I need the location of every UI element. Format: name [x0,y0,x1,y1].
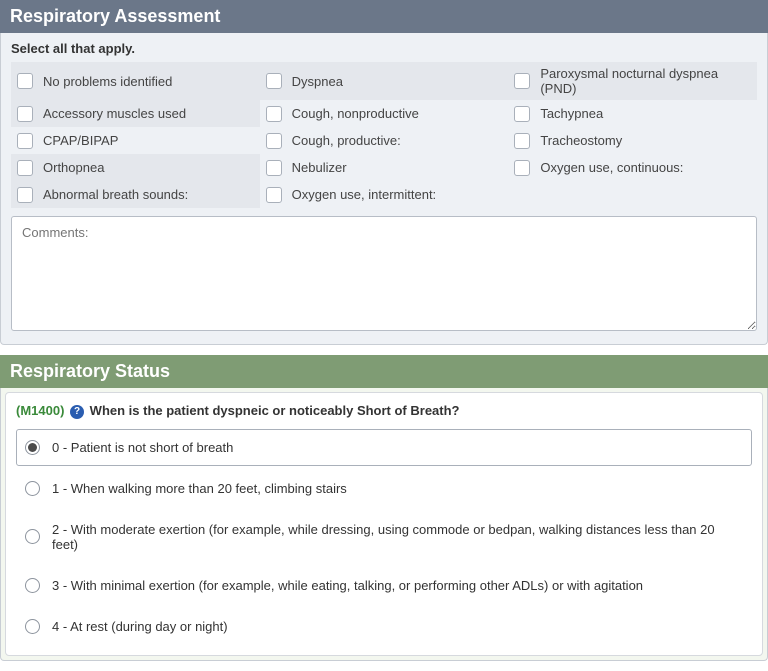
assessment-instruction: Select all that apply. [11,41,757,56]
radio-button[interactable] [25,440,40,455]
radio-option[interactable]: 4 - At rest (during day or night) [16,608,752,645]
checkbox-label: Cough, nonproductive [292,106,419,121]
checkbox-item[interactable]: Abnormal breath sounds: [11,181,260,208]
radio-label: 3 - With minimal exertion (for example, … [52,578,643,593]
checkbox-label: Cough, productive: [292,133,401,148]
checkbox-item[interactable]: Dyspnea [260,62,509,100]
checkbox-item[interactable]: Tracheostomy [508,127,757,154]
checkbox-item[interactable]: Accessory muscles used [11,100,260,127]
checkbox-label: No problems identified [43,74,172,89]
checkbox-label: Oxygen use, intermittent: [292,187,437,202]
radio-option[interactable]: 3 - With minimal exertion (for example, … [16,567,752,604]
assessment-header: Respiratory Assessment [0,0,768,33]
checkbox[interactable] [17,73,33,89]
status-body: (M1400) ? When is the patient dyspneic o… [0,388,768,661]
checkbox[interactable] [17,133,33,149]
checkbox-label: Orthopnea [43,160,104,175]
radio-label: 2 - With moderate exertion (for example,… [52,522,743,552]
question-code: (M1400) [16,403,64,418]
checkbox[interactable] [514,106,530,122]
checkbox-label: Tachypnea [540,106,603,121]
checkbox-label: Dyspnea [292,74,343,89]
checkbox-label: Abnormal breath sounds: [43,187,188,202]
radio-label: 1 - When walking more than 20 feet, clim… [52,481,347,496]
radio-option[interactable]: 2 - With moderate exertion (for example,… [16,511,752,563]
checkbox-item[interactable]: Paroxysmal nocturnal dyspnea (PND) [508,62,757,100]
checkbox-label: Oxygen use, continuous: [540,160,683,175]
checkbox-item[interactable]: Tachypnea [508,100,757,127]
checkbox-label: Paroxysmal nocturnal dyspnea (PND) [540,66,751,96]
checkbox[interactable] [266,160,282,176]
checkbox-item[interactable]: Cough, productive: [260,127,509,154]
checkbox-item[interactable]: CPAP/BIPAP [11,127,260,154]
checkbox[interactable] [17,160,33,176]
radio-option[interactable]: 1 - When walking more than 20 feet, clim… [16,470,752,507]
respiratory-status-panel: Respiratory Status (M1400) ? When is the… [0,355,768,661]
radio-label: 0 - Patient is not short of breath [52,440,233,455]
radio-button[interactable] [25,619,40,634]
radio-button[interactable] [25,529,40,544]
checkbox[interactable] [17,106,33,122]
checkbox-item[interactable]: Oxygen use, continuous: [508,154,757,181]
checkbox[interactable] [266,73,282,89]
checkbox[interactable] [17,187,33,203]
checkbox-label: Nebulizer [292,160,347,175]
checkbox-item[interactable]: Nebulizer [260,154,509,181]
comments-textarea[interactable] [11,216,757,331]
checkbox-label: Accessory muscles used [43,106,186,121]
radio-option[interactable]: 0 - Patient is not short of breath [16,429,752,466]
checkbox[interactable] [514,133,530,149]
question-text: When is the patient dyspneic or noticeab… [90,403,460,418]
checkbox[interactable] [266,106,282,122]
radio-label: 4 - At rest (during day or night) [52,619,228,634]
status-radio-list: 0 - Patient is not short of breath 1 - Wh… [16,429,752,649]
checkbox-item[interactable]: Cough, nonproductive [260,100,509,127]
checkbox-item[interactable]: No problems identified [11,62,260,100]
status-question-wrap: (M1400) ? When is the patient dyspneic o… [5,392,763,656]
checkbox[interactable] [514,73,530,89]
status-header: Respiratory Status [0,355,768,388]
checkbox[interactable] [266,133,282,149]
assessment-checkbox-grid: No problems identified Dyspnea Paroxysmal … [11,62,757,208]
status-question-line: (M1400) ? When is the patient dyspneic o… [16,403,752,419]
radio-button[interactable] [25,481,40,496]
checkbox-item[interactable]: Orthopnea [11,154,260,181]
checkbox-item[interactable]: Oxygen use, intermittent: [260,181,509,208]
checkbox-label: CPAP/BIPAP [43,133,118,148]
checkbox[interactable] [514,160,530,176]
radio-button[interactable] [25,578,40,593]
assessment-body: Select all that apply. No problems ident… [0,33,768,345]
help-icon[interactable]: ? [70,405,84,419]
respiratory-assessment-panel: Respiratory Assessment Select all that a… [0,0,768,345]
checkbox-label: Tracheostomy [540,133,622,148]
checkbox[interactable] [266,187,282,203]
